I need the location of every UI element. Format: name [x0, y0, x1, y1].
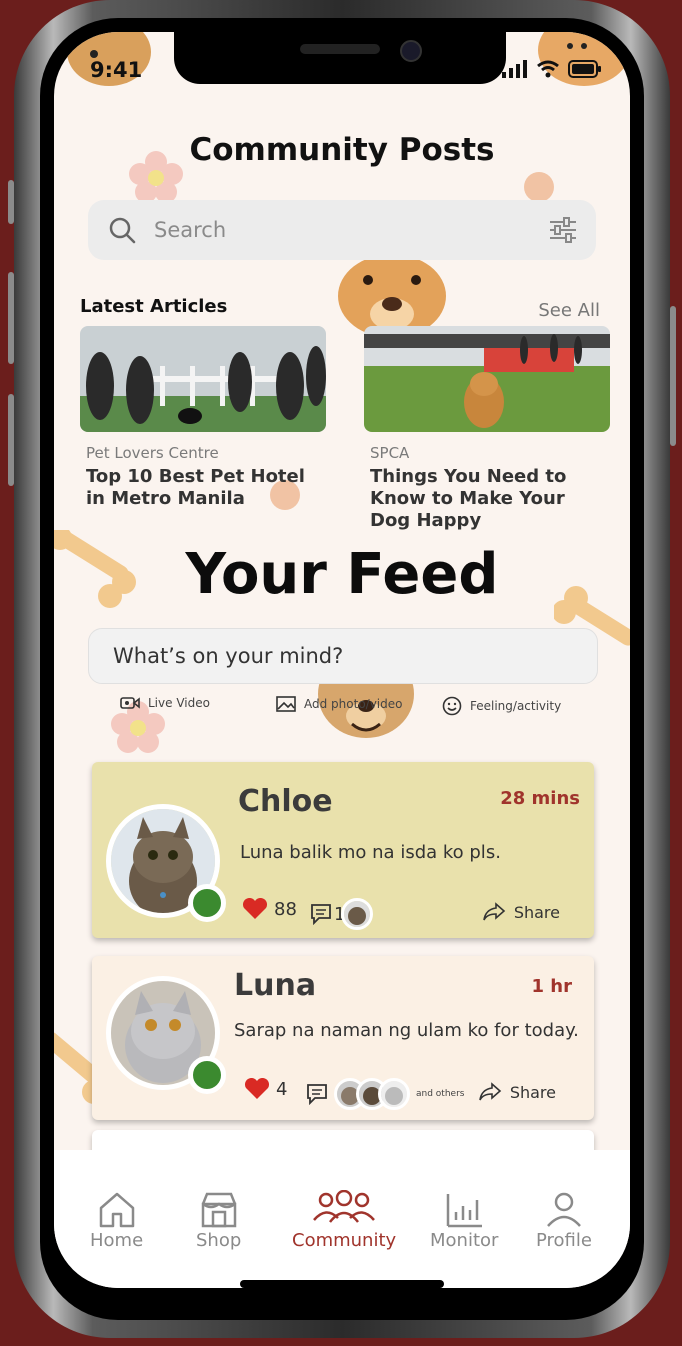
heart-icon [244, 1078, 270, 1099]
like-button[interactable]: 88 [242, 898, 297, 920]
post-text: Sarap na naman ng ulam ko for today. [234, 1020, 579, 1041]
share-button[interactable]: Share [482, 902, 560, 922]
share-label: Share [513, 902, 560, 922]
wifi-icon [537, 60, 559, 78]
battery-icon [568, 60, 601, 78]
volume-down-button [8, 394, 14, 486]
post-composer-input[interactable]: What’s on your mind? [88, 628, 598, 684]
add-photo-button[interactable]: Add photo/video [276, 696, 402, 712]
post-card[interactable]: Chloe 28 mins Luna balik mo na isda ko p… [92, 762, 594, 938]
signal-icon [502, 60, 527, 78]
search-bar[interactable]: Search [88, 200, 596, 260]
smiley-icon [442, 696, 462, 716]
filter-icon[interactable] [548, 217, 578, 243]
article-card[interactable]: SPCA Things You Need to Know to Make You… [364, 326, 610, 532]
page-title: Community Posts [189, 132, 495, 168]
article-image [364, 326, 610, 432]
dog-face-icon [338, 256, 446, 336]
power-button [670, 306, 676, 446]
commenter-avatar [378, 1078, 410, 1110]
profile-icon [547, 1192, 581, 1227]
tab-community[interactable]: Community [292, 1190, 396, 1251]
composer-placeholder: What’s on your mind? [113, 644, 344, 668]
latest-articles-heading: Latest Articles [80, 296, 228, 317]
live-video-label: Live Video [148, 696, 210, 710]
feed-title: Your Feed [185, 542, 499, 607]
comment-button[interactable]: and others [306, 1078, 464, 1110]
article-title: Top 10 Best Pet Hotel in Metro Manila [86, 466, 305, 509]
article-source: SPCA [370, 444, 410, 462]
volume-up-button [8, 272, 14, 364]
tab-shop[interactable]: Shop [196, 1190, 241, 1251]
share-icon [479, 1082, 502, 1101]
article-image [80, 326, 326, 432]
feeling-activity-button[interactable]: Feeling/activity [442, 696, 561, 716]
commenter-avatar [341, 898, 374, 930]
post-author[interactable]: Luna [234, 968, 316, 1003]
heart-icon [242, 898, 268, 919]
post-card[interactable]: Luna 1 hr Sarap na naman ng ulam ko for … [92, 956, 594, 1120]
notch [174, 32, 506, 84]
community-icon [313, 1190, 376, 1223]
comment-icon [311, 904, 331, 925]
see-all-link[interactable]: See All [538, 300, 600, 321]
camera [400, 40, 422, 62]
post-time: 28 mins [500, 788, 580, 809]
article-source: Pet Lovers Centre [86, 444, 219, 462]
article-card[interactable]: Pet Lovers Centre Top 10 Best Pet Hotel … [80, 326, 326, 510]
share-icon [483, 902, 506, 921]
tab-label: Community [292, 1230, 397, 1251]
like-count: 4 [276, 1078, 288, 1100]
tab-label: Shop [196, 1230, 242, 1251]
comment-button[interactable]: 1 [310, 898, 374, 930]
post-time: 1 hr [531, 976, 572, 997]
share-label: Share [509, 1082, 556, 1102]
article-title: Things You Need to Know to Make Your Dog… [370, 466, 567, 531]
shop-icon [201, 1192, 236, 1228]
home-indicator [240, 1280, 444, 1288]
online-status-dot [188, 884, 226, 922]
image-icon [276, 696, 296, 712]
tab-label: Home [90, 1230, 144, 1251]
status-time: 9:41 [90, 58, 143, 82]
online-status-dot [188, 1056, 226, 1094]
app-screen: 9:41 Community Posts Search Latest Artic… [54, 32, 630, 1288]
commenters-others-label: and others [416, 1089, 465, 1099]
comment-icon [307, 1084, 327, 1105]
post-author[interactable]: Chloe [238, 784, 333, 819]
monitor-icon [446, 1194, 483, 1228]
tab-label: Profile [536, 1230, 592, 1251]
mute-switch [8, 180, 14, 224]
like-button[interactable]: 4 [244, 1078, 287, 1100]
tab-profile[interactable]: Profile [536, 1190, 592, 1251]
search-input[interactable]: Search [154, 218, 548, 242]
home-icon [99, 1192, 134, 1228]
bottom-tab-bar: Home Shop Community Monitor Profile [54, 1150, 630, 1288]
share-button[interactable]: Share [478, 1082, 556, 1102]
post-text: Luna balik mo na isda ko pls. [240, 842, 501, 863]
search-icon [109, 217, 136, 244]
tab-home[interactable]: Home [90, 1190, 143, 1251]
tab-label: Monitor [430, 1230, 499, 1251]
video-camera-icon [120, 697, 140, 709]
status-icons [502, 60, 602, 78]
phone-frame: 9:41 Community Posts Search Latest Artic… [8, 0, 676, 1338]
like-count: 88 [274, 898, 297, 920]
feeling-activity-label: Feeling/activity [470, 699, 562, 713]
tab-monitor[interactable]: Monitor [430, 1190, 498, 1251]
add-photo-label: Add photo/video [304, 697, 403, 711]
dot-decoration [524, 172, 554, 202]
live-video-button[interactable]: Live Video [120, 696, 210, 710]
speaker [300, 44, 380, 54]
